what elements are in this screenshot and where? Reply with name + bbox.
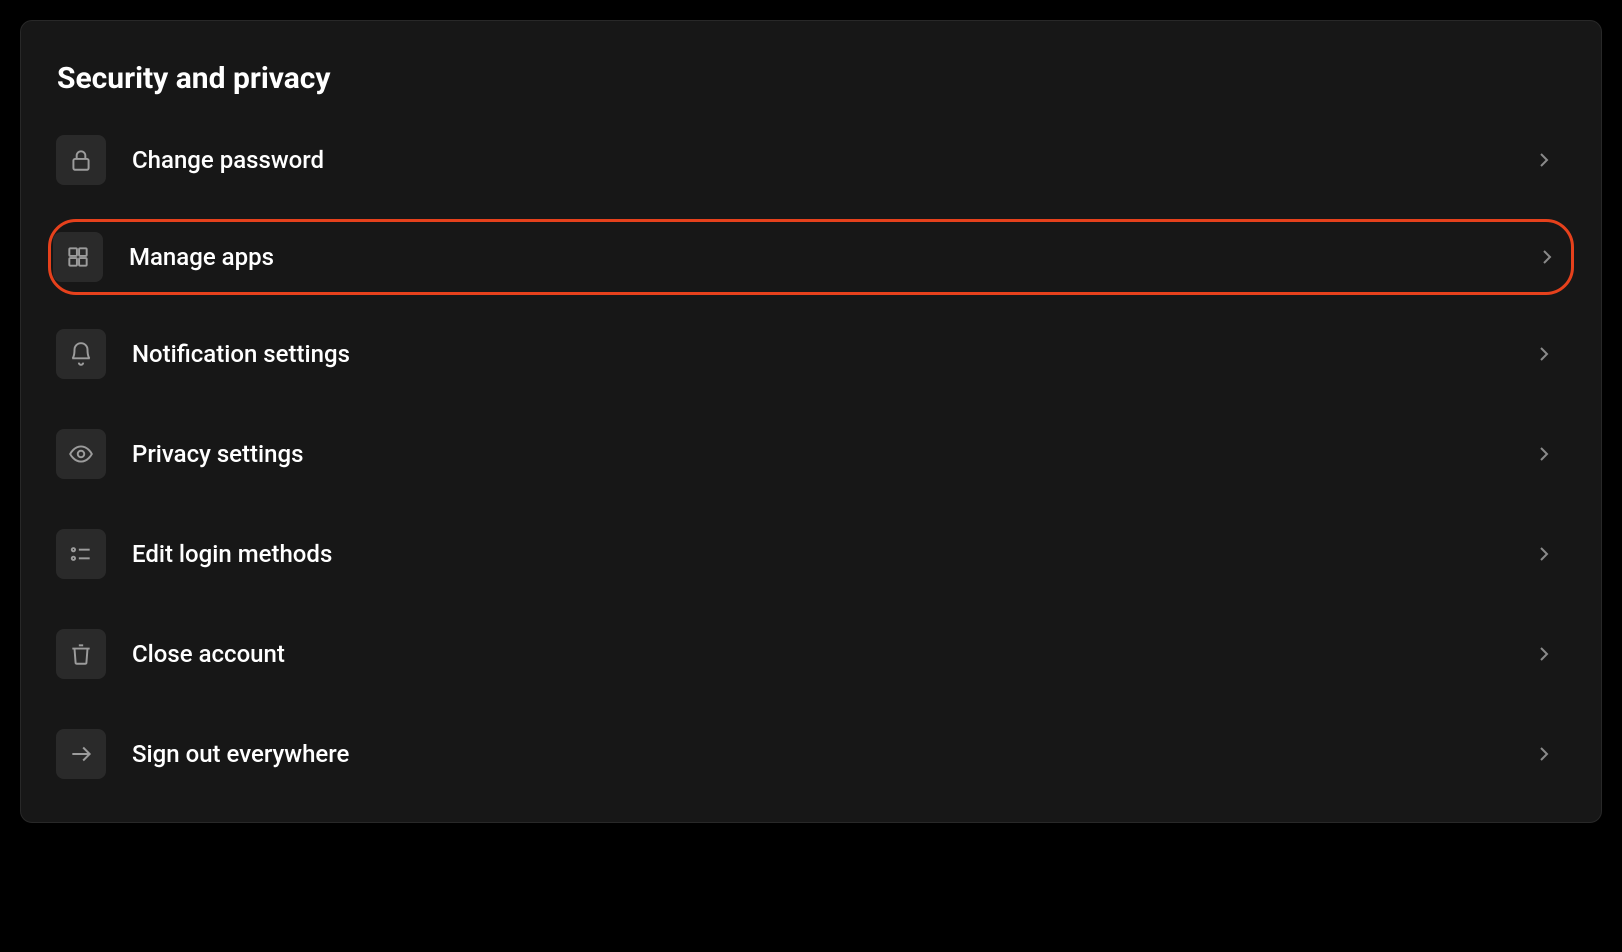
- edit-login-methods-item[interactable]: Edit login methods: [53, 526, 1569, 582]
- arrow-right-icon: [56, 729, 106, 779]
- notification-settings-item[interactable]: Notification settings: [53, 326, 1569, 382]
- sign-out-everywhere-item[interactable]: Sign out everywhere: [53, 726, 1569, 782]
- item-label: Close account: [132, 640, 1506, 668]
- chevron-right-icon: [1532, 442, 1556, 466]
- eye-icon: [56, 429, 106, 479]
- change-password-item[interactable]: Change password: [53, 132, 1569, 188]
- item-label: Notification settings: [132, 340, 1506, 368]
- lock-icon: [56, 135, 106, 185]
- grid-icon: [53, 232, 103, 282]
- panel-title: Security and privacy: [53, 61, 1569, 96]
- close-account-item[interactable]: Close account: [53, 626, 1569, 682]
- chevron-right-icon: [1532, 342, 1556, 366]
- chevron-right-icon: [1535, 245, 1559, 269]
- item-label: Manage apps: [129, 243, 1509, 271]
- chevron-right-icon: [1532, 542, 1556, 566]
- privacy-settings-item[interactable]: Privacy settings: [53, 426, 1569, 482]
- item-label: Edit login methods: [132, 540, 1506, 568]
- security-privacy-panel: Security and privacy Change password Man…: [20, 20, 1602, 823]
- chevron-right-icon: [1532, 148, 1556, 172]
- bell-icon: [56, 329, 106, 379]
- trash-icon: [56, 629, 106, 679]
- list-icon: [56, 529, 106, 579]
- chevron-right-icon: [1532, 742, 1556, 766]
- item-label: Sign out everywhere: [132, 740, 1506, 768]
- item-label: Change password: [132, 146, 1506, 174]
- chevron-right-icon: [1532, 642, 1556, 666]
- settings-list: Change password Manage apps Notification…: [53, 132, 1569, 782]
- item-label: Privacy settings: [132, 440, 1506, 468]
- manage-apps-item[interactable]: Manage apps: [48, 219, 1574, 295]
